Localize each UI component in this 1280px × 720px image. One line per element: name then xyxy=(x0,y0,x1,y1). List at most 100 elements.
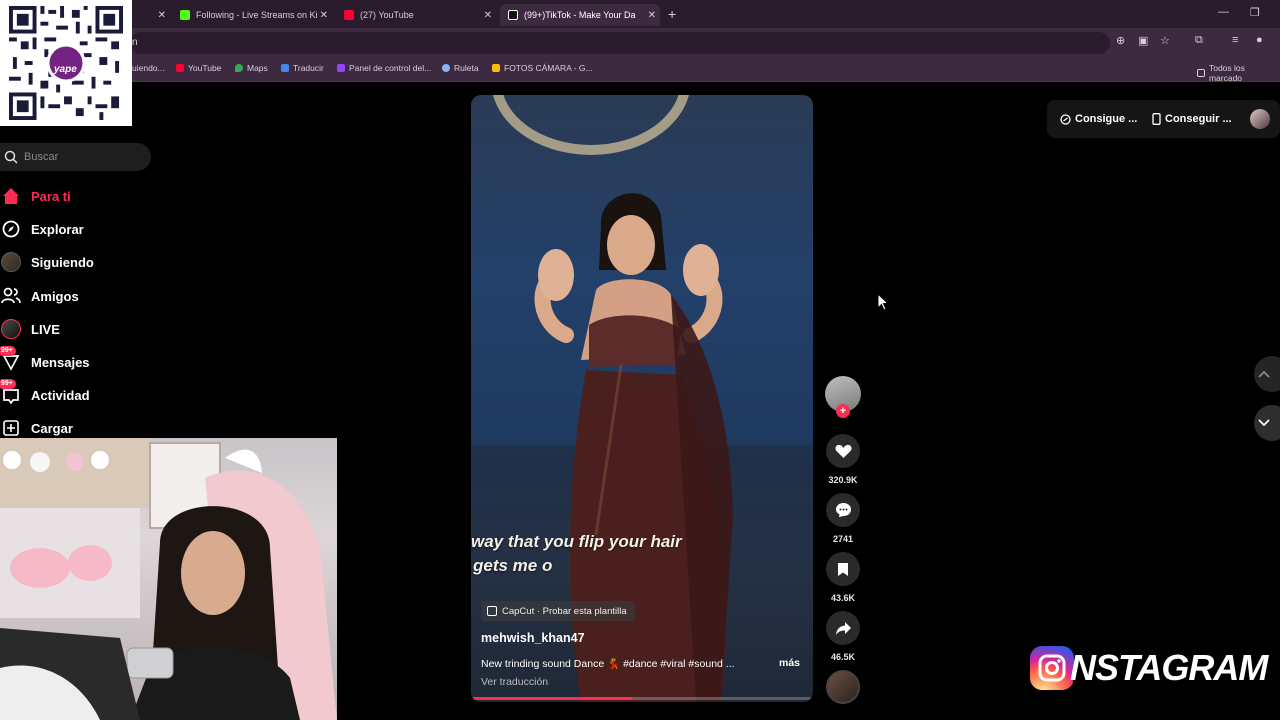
tab-youtube[interactable]: (27) YouTube ✕ xyxy=(336,4,496,26)
follow-plus-icon[interactable]: + xyxy=(836,404,850,418)
get-coins-button[interactable]: Consigue ... xyxy=(1060,108,1137,130)
search-box[interactable] xyxy=(0,143,151,171)
instagram-overlay: NSTAGRAM xyxy=(1030,645,1268,691)
more-link[interactable]: más xyxy=(779,657,800,669)
following-avatar-icon xyxy=(0,251,22,273)
sidebar-item-explorar[interactable]: Explorar xyxy=(0,216,84,242)
tiktok-icon xyxy=(508,10,518,20)
bookmark-fotos[interactable]: FOTOS CÁMARA - G... xyxy=(492,63,593,73)
upload-icon xyxy=(0,417,22,439)
youtube-icon xyxy=(176,64,184,72)
share-button[interactable] xyxy=(826,611,860,645)
share-count: 46.5K xyxy=(830,652,856,662)
reading-list-icon[interactable]: ≡ xyxy=(1232,34,1238,46)
tab-kick[interactable]: Following - Live Streams on Ki ✕ xyxy=(172,4,332,26)
search-input[interactable] xyxy=(24,149,144,165)
message-badge: 99+ xyxy=(0,346,16,356)
bookmark-maps[interactable]: Maps xyxy=(235,63,268,73)
friends-icon xyxy=(0,285,22,307)
minimize-icon[interactable]: — xyxy=(1218,6,1229,18)
sidebar-item-label: LIVE xyxy=(31,321,60,337)
comment-icon xyxy=(835,503,851,517)
all-bookmarks[interactable]: Todos los marcado xyxy=(1197,63,1280,83)
qr-pattern xyxy=(9,6,123,120)
capcut-label: CapCut · Probar esta plantilla xyxy=(502,605,627,617)
webcam-overlay xyxy=(0,438,337,720)
video-description: New trinding sound Dance 💃 #dance #viral… xyxy=(481,658,735,670)
video-author[interactable]: mehwish_khan47 xyxy=(481,631,585,645)
share-icon xyxy=(835,621,851,635)
coins-icon xyxy=(1060,113,1071,125)
omnibox-text: n xyxy=(132,37,138,48)
save-button[interactable] xyxy=(826,552,860,586)
maps-icon xyxy=(235,64,243,72)
previous-video-button[interactable] xyxy=(1254,356,1280,392)
bookmark-youtube[interactable]: YouTube xyxy=(176,63,221,73)
close-tab-icon[interactable]: ✕ xyxy=(158,10,166,21)
sidebar-item-label: Mensajes xyxy=(31,354,90,370)
video-player[interactable]: way that you flip your hair gets me o Ca… xyxy=(471,95,813,702)
translate-link[interactable]: Ver traducción xyxy=(481,676,548,688)
address-toolbar: n xyxy=(0,28,1280,58)
live-avatar-icon xyxy=(0,318,22,340)
sidebar-item-label: Cargar xyxy=(31,420,73,436)
sidebar-item-siguiendo[interactable]: Siguiendo xyxy=(0,249,94,275)
like-button[interactable] xyxy=(826,434,860,468)
message-icon: 99+ xyxy=(0,346,22,373)
capcut-icon xyxy=(487,606,497,616)
sidebar-item-live[interactable]: LIVE xyxy=(0,316,60,342)
new-tab-icon[interactable]: + xyxy=(668,6,676,22)
sidebar-item-para-ti[interactable]: Para ti xyxy=(0,183,71,209)
close-tab-icon[interactable]: ✕ xyxy=(484,10,492,21)
sidebar-item-amigos[interactable]: Amigos xyxy=(0,283,79,309)
mouse-cursor-icon xyxy=(877,293,889,311)
bookmarks-bar: uiendo... YouTube Maps Traducir Panel de… xyxy=(0,58,1280,83)
yape-logo-text: yape xyxy=(54,64,77,75)
video-progress-bar[interactable] xyxy=(471,697,813,700)
inbox-icon: 99+ xyxy=(0,379,22,406)
cast-icon[interactable]: ▣ xyxy=(1138,34,1148,47)
compass-icon xyxy=(0,218,22,240)
youtube-icon xyxy=(344,10,354,20)
close-tab-icon[interactable]: ✕ xyxy=(648,10,656,21)
sidebar-item-actividad[interactable]: 99+ Actividad xyxy=(0,379,90,408)
lyric-line-2: gets me o xyxy=(473,556,553,575)
comment-button[interactable] xyxy=(826,493,860,527)
chevron-down-icon xyxy=(1258,419,1270,427)
bookmark-translate[interactable]: Traducir xyxy=(281,63,324,73)
tab-tiktok[interactable]: (99+)TikTok - Make Your Da ✕ xyxy=(500,4,660,26)
next-video-button[interactable] xyxy=(1254,405,1280,441)
get-coins-label: Consigue ... xyxy=(1075,113,1138,125)
phone-icon xyxy=(1152,113,1161,125)
close-tab-icon[interactable]: ✕ xyxy=(320,10,328,21)
instagram-text: NSTAGRAM xyxy=(1070,647,1268,688)
sidebar-item-label: Explorar xyxy=(31,221,84,237)
omnibox[interactable]: n xyxy=(130,32,1110,54)
music-disc-icon[interactable] xyxy=(826,670,860,704)
instagram-icon xyxy=(1030,646,1074,690)
drive-icon xyxy=(492,64,500,72)
sidebar-item-mensajes[interactable]: 99+ Mensajes xyxy=(0,346,90,375)
browser-tab-bar: ✕ Following - Live Streams on Ki ✕ (27) … xyxy=(0,0,1280,28)
bookmark-dashboard[interactable]: Panel de control del... xyxy=(337,63,431,73)
yape-qr-code: yape xyxy=(0,0,132,126)
sidebar-item-label: Actividad xyxy=(31,387,90,403)
translate-icon xyxy=(281,64,289,72)
bookmark-star-icon[interactable]: ☆ xyxy=(1160,34,1170,47)
bookmark-icon xyxy=(838,562,848,576)
bookmark-ruleta[interactable]: Ruleta xyxy=(442,63,479,73)
lyric-overlay: way that you flip your hair gets me o xyxy=(471,530,682,578)
video-progress-fill xyxy=(471,697,632,700)
bookmark-item[interactable]: uiendo... xyxy=(132,63,165,73)
zoom-icon[interactable]: ⊕ xyxy=(1116,34,1125,47)
capcut-template-chip[interactable]: CapCut · Probar esta plantilla xyxy=(481,601,635,621)
get-app-button[interactable]: Conseguir ... xyxy=(1152,108,1232,130)
extensions-icon[interactable]: ⧉ xyxy=(1195,34,1203,47)
profile-icon[interactable]: ● xyxy=(1256,34,1263,46)
like-count: 320.9K xyxy=(828,475,858,485)
restore-icon[interactable]: ❐ xyxy=(1250,6,1260,19)
profile-avatar[interactable] xyxy=(1250,109,1270,129)
tab-label: Following - Live Streams on Ki xyxy=(196,10,318,20)
tab-label: (27) YouTube xyxy=(360,10,414,20)
get-app-label: Conseguir ... xyxy=(1165,113,1232,125)
